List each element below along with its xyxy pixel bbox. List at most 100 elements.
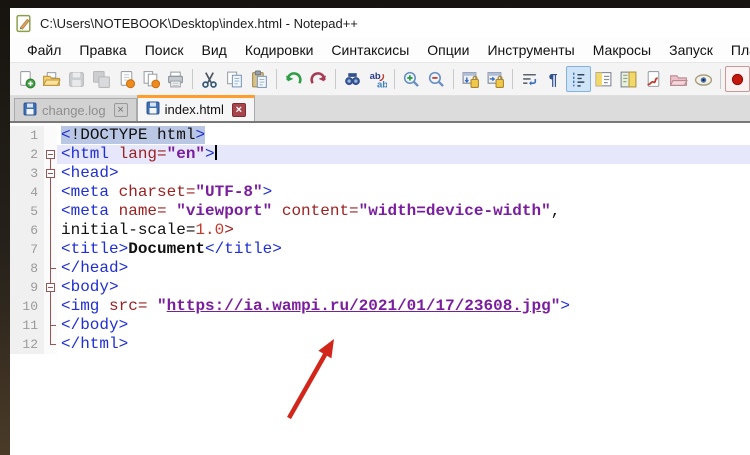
menu-item-view[interactable]: Вид [193,40,236,60]
fold-margin [44,221,57,240]
document-switcher-icon[interactable] [641,66,666,92]
cut-icon[interactable] [197,66,222,92]
code-line-text: <html lang="en"> [57,145,750,164]
line-number: 6 [10,221,44,240]
fold-margin[interactable] [44,164,57,183]
fold-margin[interactable] [44,145,57,164]
code-line-text: <meta charset="UTF-8"> [61,183,273,201]
find-icon[interactable] [340,66,365,92]
sync-vertical-scroll-icon[interactable] [458,66,483,92]
word-wrap-icon[interactable] [517,66,542,92]
toolbar-separator [192,69,194,89]
replace-icon[interactable]: ab ab [365,66,390,92]
menu-item-macro[interactable]: Макросы [584,40,660,60]
code-line: 11 </body> [10,316,750,335]
menu-item-file[interactable]: Файл [18,40,70,60]
paste-icon[interactable] [247,66,272,92]
code-line-text: <head> [61,164,119,182]
code-line: 7 <title>Document</title> [10,240,750,259]
record-macro-icon[interactable] [724,66,750,92]
desktop-background: C:\Users\NOTEBOOK\Desktop\index.html - N… [0,0,750,455]
zoom-in-icon[interactable] [399,66,424,92]
code-line: 6 initial-scale=1.0> [10,221,750,240]
toolbar-separator [393,69,395,89]
toolbar-separator [276,69,278,89]
new-file-icon[interactable] [14,66,39,92]
menu-item-edit[interactable]: Правка [70,40,135,60]
text-caret [214,145,217,160]
code-line-text: <img src= "https://ia.wampi.ru/2021/01/1… [61,297,570,315]
copy-icon[interactable] [222,66,247,92]
indent-guides-icon[interactable] [566,66,592,92]
show-all-characters-icon[interactable]: ¶ [542,66,567,92]
code-editor[interactable]: 1 <!DOCTYPE html> 2 <html lang="en"> 3 <head>… [10,123,750,455]
tab-label: change.log [42,102,106,118]
code-line-text: <!DOCTYPE html> [61,126,206,144]
line-number: 12 [10,335,44,354]
line-number: 8 [10,259,44,278]
save-icon[interactable] [64,66,89,92]
code-line: 12 </html> [10,335,750,354]
code-line: 8 </head> [10,259,750,278]
toolbar: ab ab ¶ [10,62,750,96]
line-number: 3 [10,164,44,183]
close-file-icon[interactable] [114,66,139,92]
fold-margin [44,259,57,278]
svg-text:ab: ab [377,79,387,89]
undo-icon[interactable] [281,66,306,92]
fold-margin [44,316,57,335]
menu-item-run[interactable]: Запуск [660,40,722,60]
open-file-icon[interactable] [39,66,64,92]
code-line-text: <title>Document</title> [61,240,282,258]
saved-file-icon [146,101,160,118]
line-number: 2 [10,145,44,164]
save-all-icon[interactable] [89,66,114,92]
line-number: 9 [10,278,44,297]
fold-margin[interactable] [44,278,57,297]
document-map-icon[interactable] [616,66,641,92]
code-line: 9 <body> [10,278,750,297]
print-icon[interactable] [164,66,189,92]
menu-item-language[interactable]: Синтаксисы [322,40,418,60]
zoom-out-icon[interactable] [424,66,449,92]
project-panel-icon[interactable] [666,66,691,92]
menu-item-tools[interactable]: Инструменты [478,40,583,60]
tab-change-log[interactable]: change.log × [14,98,137,121]
line-number: 1 [10,126,44,145]
code-line-text: <meta name= "viewport" content="width=de… [61,202,561,220]
preview-eye-icon[interactable] [691,66,716,92]
code-line: 10 <img src= "https://ia.wampi.ru/2021/01… [10,297,750,316]
toolbar-separator [452,69,454,89]
svg-text:¶: ¶ [549,71,558,88]
tab-bar: change.log × index.html × [10,95,750,123]
close-tab-icon[interactable]: × [113,103,128,117]
code-line-text: </html> [61,335,129,353]
menu-item-search[interactable]: Поиск [136,40,193,60]
notepadpp-window: C:\Users\NOTEBOOK\Desktop\index.html - N… [10,8,750,455]
menu-item-settings[interactable]: Опции [418,40,478,60]
fold-margin [44,126,57,145]
menu-bar: Файл Правка Поиск Вид Кодировки Синтаксисы Опц… [10,38,750,62]
line-number: 5 [10,202,44,221]
fold-collapse-icon [46,150,55,159]
title-bar[interactable]: C:\Users\NOTEBOOK\Desktop\index.html - N… [10,8,750,38]
line-number: 7 [10,240,44,259]
code-line: 5 <meta name= "viewport" content="width=d… [10,202,750,221]
close-tab-icon[interactable]: × [231,102,246,117]
fold-collapse-icon [46,169,55,178]
close-all-icon[interactable] [139,66,164,92]
line-number: 4 [10,183,44,202]
tab-index-html[interactable]: index.html × [136,95,255,121]
code-line: 1 <!DOCTYPE html> [10,126,750,145]
function-list-icon[interactable] [591,66,616,92]
toolbar-separator [719,69,721,89]
fold-margin [44,202,57,221]
menu-item-encoding[interactable]: Кодировки [236,40,323,60]
toolbar-separator [511,69,513,89]
line-number: 10 [10,297,44,316]
sync-horizontal-scroll-icon[interactable] [483,66,508,92]
redo-icon[interactable] [306,66,331,92]
menu-item-plugins[interactable]: Плагины [722,40,750,60]
saved-file-icon [23,102,37,119]
code-line: 3 <head> [10,164,750,183]
